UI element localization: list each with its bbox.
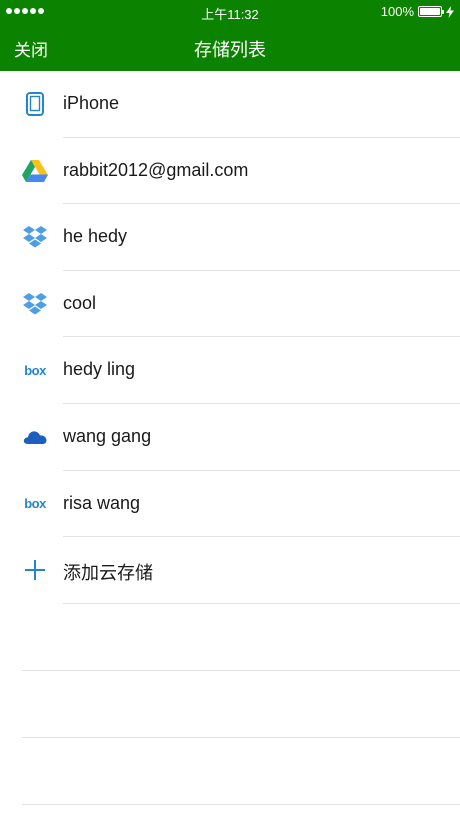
storage-item-label: risa wang — [63, 492, 141, 513]
storage-list: iPhone rabbit2012@gmail.com he hedy cool… — [0, 71, 460, 604]
status-bar: 上午11:32 100% — [0, 0, 460, 24]
header-bar: 上午11:32 100% 关闭 存储列表 — [0, 0, 460, 71]
divider — [22, 804, 460, 805]
page-title: 存储列表 — [194, 40, 266, 60]
divider — [22, 737, 460, 738]
storage-item-dropbox-cool[interactable]: cool — [0, 271, 460, 338]
divider — [22, 670, 460, 671]
storage-item-label: rabbit2012@gmail.com — [63, 159, 249, 180]
battery-status: 100% — [381, 4, 454, 19]
storage-item-label: cool — [63, 292, 97, 313]
google-drive-icon — [22, 159, 48, 183]
iphone-device-icon — [22, 92, 48, 116]
storage-item-box-hedy-ling[interactable]: box hedy ling — [0, 337, 460, 404]
plus-icon — [22, 558, 48, 582]
onedrive-icon — [22, 425, 48, 449]
storage-item-label: iPhone — [63, 93, 120, 113]
box-icon: box — [24, 496, 46, 512]
storage-item-dropbox-he-hedy[interactable]: he hedy — [0, 204, 460, 271]
storage-item-onedrive-wang-gang[interactable]: wang gang — [0, 404, 460, 471]
add-cloud-storage-button[interactable]: 添加云存储 — [0, 537, 460, 604]
storage-item-label: he hedy — [63, 226, 128, 247]
storage-item-label: wang gang — [63, 425, 152, 446]
storage-item-google-drive[interactable]: rabbit2012@gmail.com — [0, 138, 460, 205]
charging-bolt-icon — [446, 5, 454, 18]
battery-percent: 100% — [380, 4, 414, 19]
storage-list-screen: 上午11:32 100% 关闭 存储列表 iPhone rabbit2012@g… — [0, 0, 460, 818]
divider — [63, 602, 460, 604]
storage-item-iphone[interactable]: iPhone — [0, 71, 460, 138]
storage-item-box-risa-wang[interactable]: box risa wang — [0, 471, 460, 538]
dropbox-icon — [22, 225, 48, 249]
battery-icon — [418, 6, 444, 17]
dropbox-icon — [22, 292, 48, 316]
storage-item-label: hedy ling — [63, 359, 136, 380]
box-icon: box — [24, 362, 46, 378]
storage-item-label: 添加云存储 — [63, 563, 153, 584]
